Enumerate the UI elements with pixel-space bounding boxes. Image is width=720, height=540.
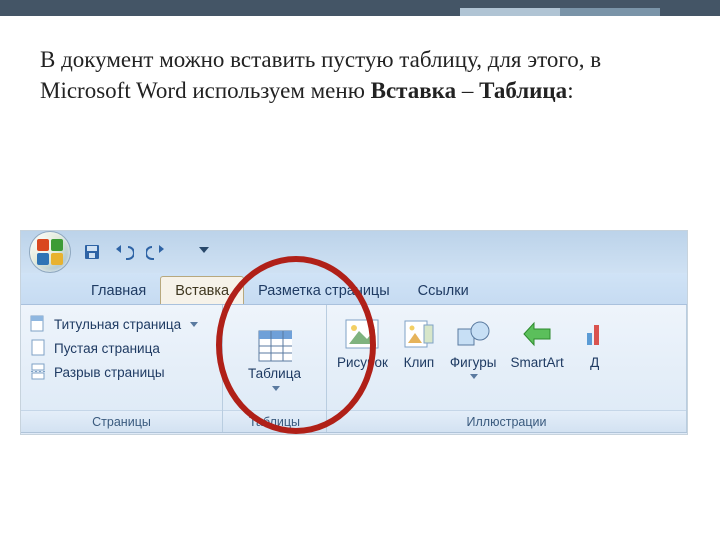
- blank-page-label: Пустая страница: [54, 341, 160, 356]
- table-icon: [258, 329, 292, 363]
- blank-page-button[interactable]: Пустая страница: [27, 337, 216, 359]
- table-button-label: Таблица: [248, 367, 301, 382]
- picture-icon: [345, 317, 379, 351]
- dropdown-icon: [470, 374, 478, 379]
- tab-home[interactable]: Главная: [77, 277, 160, 304]
- smartart-icon: [520, 317, 554, 351]
- tab-page-layout[interactable]: Разметка страницы: [244, 277, 404, 304]
- shapes-icon: [456, 317, 490, 351]
- clip-icon: [402, 317, 436, 351]
- group-label-pages: Страницы: [21, 410, 222, 432]
- picture-label: Рисунок: [337, 355, 388, 370]
- ribbon-group-pages: Титульная страница Пустая страница Разры…: [21, 305, 223, 432]
- page-break-button[interactable]: Разрыв страницы: [27, 361, 216, 383]
- picture-button[interactable]: Рисунок: [337, 315, 388, 405]
- page-break-icon: [29, 363, 47, 381]
- redo-icon[interactable]: [145, 241, 167, 263]
- shapes-button[interactable]: Фигуры: [450, 315, 497, 405]
- instruction-text: В документ можно вставить пустую таблицу…: [0, 16, 720, 116]
- slide-top-bar: [0, 0, 720, 16]
- office-logo-icon: [37, 239, 63, 265]
- instruction-bold-1: Вставка: [371, 78, 456, 103]
- quick-access-toolbar: [21, 231, 687, 273]
- group-label-tables: Таблицы: [223, 410, 326, 432]
- office-button[interactable]: [29, 231, 71, 273]
- dropdown-icon: [272, 386, 280, 391]
- cover-page-button[interactable]: Титульная страница: [27, 313, 216, 335]
- cover-page-label: Титульная страница: [54, 317, 181, 332]
- smartart-button[interactable]: SmartArt: [510, 315, 563, 405]
- blank-page-icon: [29, 339, 47, 357]
- smartart-label: SmartArt: [510, 355, 563, 370]
- clip-label: Клип: [404, 355, 435, 370]
- dropdown-icon: [190, 322, 198, 327]
- chart-icon: [578, 317, 612, 351]
- tab-references[interactable]: Ссылки: [404, 277, 483, 304]
- tab-insert[interactable]: Вставка: [160, 276, 244, 304]
- ribbon-group-illustrations: Рисунок Клип Фигуры: [327, 305, 687, 432]
- ribbon-tabs: Главная Вставка Разметка страницы Ссылки: [21, 273, 687, 305]
- group-label-illustrations: Иллюстрации: [327, 410, 686, 432]
- ribbon-group-tables: Таблица Таблицы: [223, 305, 327, 432]
- instruction-suffix: :: [567, 78, 573, 103]
- chart-label-cut: Д: [590, 355, 599, 370]
- instruction-bold-2: Таблица: [479, 78, 567, 103]
- word-ribbon-screenshot: Главная Вставка Разметка страницы Ссылки…: [20, 230, 688, 435]
- clip-button[interactable]: Клип: [402, 315, 436, 405]
- instruction-sep: –: [456, 78, 479, 103]
- qat-customize-dropdown-icon[interactable]: [199, 247, 209, 257]
- shapes-label: Фигуры: [450, 355, 497, 370]
- save-icon[interactable]: [81, 241, 103, 263]
- undo-icon[interactable]: [113, 241, 135, 263]
- cover-page-icon: [29, 315, 47, 333]
- ribbon-body: Титульная страница Пустая страница Разры…: [21, 305, 687, 433]
- chart-button-cut[interactable]: Д: [578, 315, 612, 405]
- table-button[interactable]: Таблица: [229, 309, 320, 405]
- page-break-label: Разрыв страницы: [54, 365, 165, 380]
